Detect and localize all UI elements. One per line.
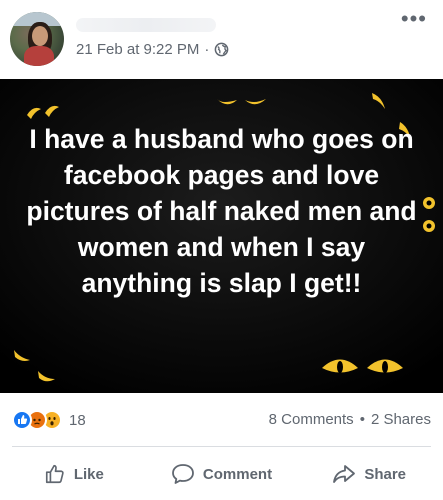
globe-icon[interactable] (214, 42, 229, 57)
share-button[interactable]: Share (295, 452, 443, 496)
share-arrow-icon (333, 465, 356, 483)
like-button[interactable]: Like (0, 452, 148, 496)
profile-avatar[interactable] (10, 12, 64, 66)
author-name-obscured[interactable] (76, 18, 216, 32)
reaction-count: 18 (69, 411, 86, 429)
comment-button[interactable]: Comment (148, 452, 296, 496)
like-reaction-icon (12, 410, 32, 430)
actions-divider (12, 446, 431, 447)
status-background-post: I have a husband who goes on facebook pa… (0, 79, 443, 393)
comments-count-link[interactable]: 8 Comments (269, 411, 354, 428)
post-meta: 21 Feb at 9:22 PM · (76, 41, 229, 58)
post-stats: 18 8 Comments • 2 Shares (0, 396, 443, 442)
post-timestamp[interactable]: 21 Feb at 9:22 PM (76, 41, 199, 58)
post-header: 21 Feb at 9:22 PM · ••• (0, 0, 443, 78)
post-actions: Like Comment Share (0, 452, 443, 496)
thumbs-up-icon (45, 464, 64, 484)
stats-separator: • (359, 411, 365, 428)
share-label: Share (364, 465, 407, 483)
post-message: I have a husband who goes on facebook pa… (26, 124, 417, 298)
like-label: Like (73, 465, 104, 483)
comment-bubble-icon (172, 464, 194, 484)
comment-label: Comment (202, 465, 273, 483)
shares-count-link[interactable]: 2 Shares (371, 411, 431, 428)
engagement-stats: 8 Comments • 2 Shares (269, 411, 431, 428)
meta-separator: · (204, 41, 210, 58)
more-options-icon[interactable]: ••• (401, 8, 427, 30)
reactions-summary[interactable]: 18 (12, 410, 86, 430)
